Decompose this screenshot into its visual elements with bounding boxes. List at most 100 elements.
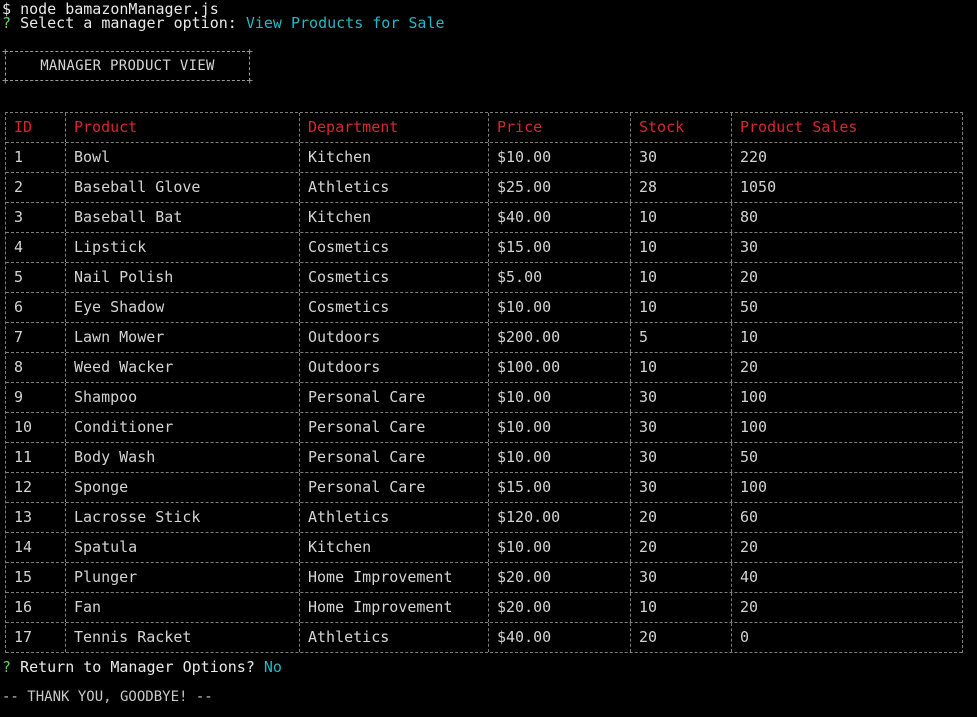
manager-option-prompt: ? Select a manager option: View Products… — [2, 14, 445, 32]
cell-id: 15 — [14, 568, 33, 586]
cell-product: Eye Shadow — [65, 293, 299, 322]
corner-plus-icon: + — [2, 74, 9, 87]
cell-id: 3 — [14, 208, 24, 226]
cell-price: $120.00 — [488, 503, 630, 532]
cell-price: $10.00 — [488, 443, 630, 472]
header-product: Product — [65, 113, 299, 142]
table-row: 11 Body Wash Personal Care $10.00 30 50 — [6, 443, 962, 473]
cell-product-sales: 20 — [731, 533, 962, 562]
title-box: + + + + MANAGER PRODUCT VIEW — [2, 46, 253, 86]
cell-department: Cosmetics — [299, 233, 488, 262]
page-title: MANAGER PRODUCT VIEW — [40, 58, 215, 74]
cell-product: Body Wash — [65, 443, 299, 472]
cell-price: $100.00 — [488, 353, 630, 382]
cell-stock: 20 — [630, 503, 731, 532]
cell-product-sales: 40 — [731, 563, 962, 592]
header-product-sales: Product Sales — [731, 113, 962, 142]
cell-id: 5 — [14, 268, 24, 286]
corner-plus-icon: + — [2, 45, 9, 58]
cell-stock: 30 — [630, 143, 731, 172]
cell-price: $15.00 — [488, 233, 630, 262]
cell-id: 16 — [14, 598, 33, 616]
cell-product: Sponge — [65, 473, 299, 502]
cell-id: 1 — [14, 148, 24, 166]
cell-price: $10.00 — [488, 413, 630, 442]
cell-stock: 10 — [630, 293, 731, 322]
cell-department: Outdoors — [299, 323, 488, 352]
cell-id: 12 — [14, 478, 33, 496]
header-department: Department — [299, 113, 488, 142]
table-body: 1 Bowl Kitchen $10.00 30 220 2 Baseball Glove At… — [6, 143, 962, 653]
cell-stock: 10 — [630, 233, 731, 262]
cell-id: 6 — [14, 298, 24, 316]
cell-stock: 30 — [630, 443, 731, 472]
corner-plus-icon: + — [246, 45, 253, 58]
table-row: 13 Lacrosse Stick Athletics $120.00 20 60 — [6, 503, 962, 533]
cell-product-sales: 80 — [731, 203, 962, 232]
table-row: 17 Tennis Racket Athletics $40.00 20 0 — [6, 623, 962, 653]
cell-stock: 20 — [630, 533, 731, 562]
table-row: 15 Plunger Home Improvement $20.00 30 40 — [6, 563, 962, 593]
question-mark-icon: ? — [2, 14, 12, 32]
cell-product-sales: 100 — [731, 383, 962, 412]
prompt-answer: No — [263, 658, 282, 676]
cell-price: $15.00 — [488, 473, 630, 502]
cell-price: $20.00 — [488, 563, 630, 592]
cell-product-sales: 50 — [731, 443, 962, 472]
question-mark-icon: ? — [2, 658, 12, 676]
table-header-row: ID Product Department Price Stock Produc… — [6, 113, 962, 143]
cell-id: 7 — [14, 328, 24, 346]
cell-product-sales: 10 — [731, 323, 962, 352]
cell-price: $200.00 — [488, 323, 630, 352]
cell-id: 11 — [14, 448, 33, 466]
cell-product-sales: 50 — [731, 293, 962, 322]
cell-department: Personal Care — [299, 383, 488, 412]
table-row: 6 Eye Shadow Cosmetics $10.00 10 50 — [6, 293, 962, 323]
cell-product: Spatula — [65, 533, 299, 562]
cell-product: Tennis Racket — [65, 623, 299, 652]
table-row: 10 Conditioner Personal Care $10.00 30 100 — [6, 413, 962, 443]
cell-id: 2 — [14, 178, 24, 196]
cell-department: Personal Care — [299, 413, 488, 442]
cell-price: $10.00 — [488, 143, 630, 172]
cell-product: Nail Polish — [65, 263, 299, 292]
cell-price: $20.00 — [488, 593, 630, 622]
cell-department: Home Improvement — [299, 593, 488, 622]
cell-department: Home Improvement — [299, 563, 488, 592]
cell-id: 17 — [14, 628, 33, 646]
cell-product: Lipstick — [65, 233, 299, 262]
cell-product-sales: 20 — [731, 593, 962, 622]
cell-stock: 30 — [630, 413, 731, 442]
table-row: 9 Shampoo Personal Care $10.00 30 100 — [6, 383, 962, 413]
prompt-question: Select a manager option: — [20, 14, 237, 32]
cell-department: Personal Care — [299, 443, 488, 472]
cell-price: $5.00 — [488, 263, 630, 292]
cell-department: Athletics — [299, 503, 488, 532]
cell-id: 14 — [14, 538, 33, 556]
cell-stock: 10 — [630, 593, 731, 622]
header-id: ID — [14, 118, 33, 136]
cell-product: Bowl — [65, 143, 299, 172]
cell-price: $40.00 — [488, 623, 630, 652]
cell-product-sales: 60 — [731, 503, 962, 532]
cell-department: Kitchen — [299, 143, 488, 172]
cell-product-sales: 1050 — [731, 173, 962, 202]
cell-product-sales: 100 — [731, 413, 962, 442]
cell-department: Kitchen — [299, 533, 488, 562]
cell-stock: 30 — [630, 563, 731, 592]
cell-product-sales: 20 — [731, 263, 962, 292]
cell-price: $10.00 — [488, 533, 630, 562]
cell-department: Cosmetics — [299, 293, 488, 322]
cell-department: Athletics — [299, 623, 488, 652]
corner-plus-icon: + — [246, 74, 253, 87]
cell-department: Personal Care — [299, 473, 488, 502]
cell-product: Weed Wacker — [65, 353, 299, 382]
cell-product-sales: 220 — [731, 143, 962, 172]
table-row: 16 Fan Home Improvement $20.00 10 20 — [6, 593, 962, 623]
cell-id: 4 — [14, 238, 24, 256]
cell-price: $10.00 — [488, 293, 630, 322]
cell-stock: 30 — [630, 383, 731, 412]
table-row: 4 Lipstick Cosmetics $15.00 10 30 — [6, 233, 962, 263]
prompt-question: Return to Manager Options? — [20, 658, 255, 676]
cell-product: Conditioner — [65, 413, 299, 442]
